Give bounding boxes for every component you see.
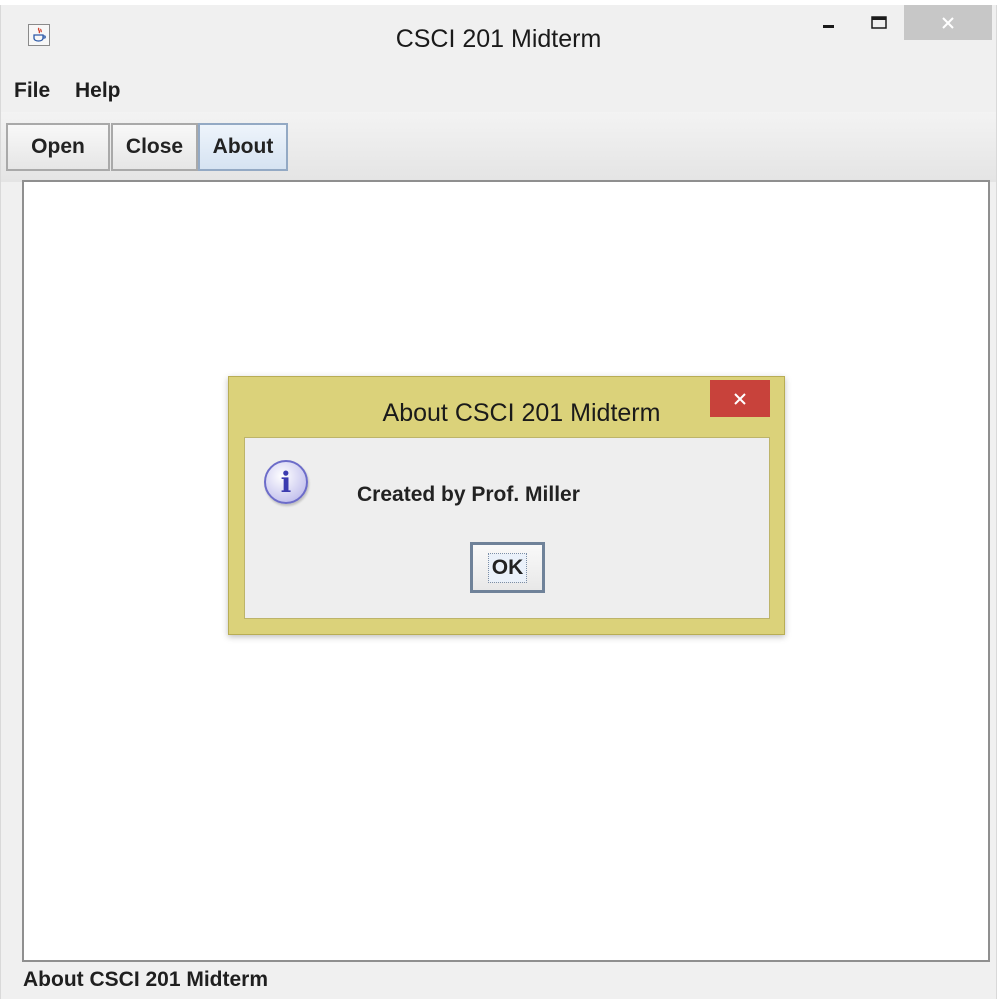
- status-bar-text: About CSCI 201 Midterm: [23, 968, 269, 991]
- maximize-icon: [870, 15, 887, 29]
- about-button[interactable]: About: [198, 123, 288, 171]
- menu-file[interactable]: File: [14, 79, 50, 103]
- minimize-button[interactable]: [809, 5, 849, 40]
- ok-button-label: OK: [487, 552, 528, 583]
- minimize-icon: [823, 24, 834, 28]
- about-dialog: About CSCI 201 Midterm i Created by Prof…: [228, 376, 785, 635]
- ok-button[interactable]: OK: [470, 542, 545, 593]
- maximize-button[interactable]: [856, 5, 901, 40]
- toolbar: Open Close About: [1, 112, 996, 182]
- close-button[interactable]: Close: [111, 123, 198, 171]
- dialog-close-button[interactable]: [710, 380, 770, 417]
- window-close-button[interactable]: [904, 5, 992, 40]
- close-icon: [942, 16, 954, 29]
- open-button[interactable]: Open: [6, 123, 110, 171]
- menu-bar: File Help: [1, 70, 996, 110]
- close-icon: [734, 392, 746, 405]
- menu-help[interactable]: Help: [75, 79, 121, 103]
- info-icon: i: [264, 460, 308, 504]
- dialog-body: i Created by Prof. Miller OK: [244, 437, 770, 619]
- dialog-message: Created by Prof. Miller: [357, 483, 580, 506]
- title-bar[interactable]: CSCI 201 Midterm: [1, 5, 996, 67]
